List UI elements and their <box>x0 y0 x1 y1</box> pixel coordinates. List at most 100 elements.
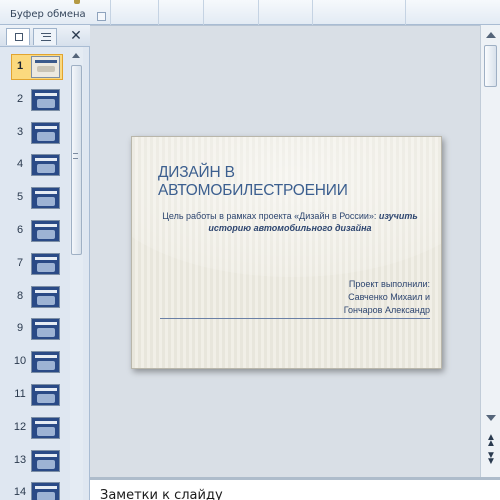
thumbnail-title-bar <box>35 125 57 129</box>
slide-thumbnail-image[interactable] <box>31 351 60 374</box>
thumbnail-title-bar <box>35 453 57 457</box>
scroll-up-arrow-icon[interactable] <box>72 53 80 58</box>
slide-thumbnail-image[interactable] <box>31 154 60 177</box>
thumbnail-picture <box>37 361 55 371</box>
thumbnail-title-bar <box>35 158 57 162</box>
slide-number: 6 <box>16 224 24 236</box>
slide-thumbnail-image[interactable] <box>31 285 60 308</box>
slide-thumbnail[interactable]: 2 <box>0 84 70 116</box>
slide-thumbnail[interactable]: 3 <box>0 117 70 149</box>
thumbnail-title-bar <box>35 388 57 391</box>
slide-number: 14 <box>13 486 27 499</box>
thumbnail-picture <box>37 262 55 272</box>
slide-canvas[interactable]: ДИЗАЙН В АВТОМОБИЛЕСТРОЕНИИ Цель работы … <box>131 136 442 369</box>
ribbon-separator <box>405 0 406 25</box>
slide-goal-text[interactable]: Цель работы в рамках проекта «Дизайн в Р… <box>152 210 428 234</box>
thumbnail-title-bar <box>35 289 57 293</box>
slide-background-wave <box>132 137 441 277</box>
slide-number: 4 <box>16 158 24 171</box>
thumbnail-title-bar <box>35 355 57 359</box>
thumbnail-picture <box>37 164 55 174</box>
slide-number: 11 <box>14 388 26 400</box>
slide-thumbnail[interactable]: 4 <box>0 149 70 181</box>
thumbnail-picture <box>37 328 55 338</box>
slide-thumbnail-list: 1 2 3 4 5 6 7 8 9 10 11 12 13 14 <box>0 47 70 500</box>
thumbnail-picture <box>37 459 55 469</box>
notes-placeholder: Заметки к слайду <box>100 488 223 500</box>
slide-thumbnail-image[interactable] <box>31 252 60 275</box>
outline-icon <box>41 33 51 41</box>
slide-number: 8 <box>16 289 24 302</box>
scroll-down-arrow-icon[interactable] <box>486 415 496 421</box>
scroll-thumb[interactable] <box>484 45 497 87</box>
thumbnail-title-bar <box>35 256 57 260</box>
ribbon-separator <box>312 0 313 25</box>
thumbnail-title-bar <box>35 60 57 63</box>
slide-number: 7 <box>16 256 24 269</box>
slide-thumbnail-image[interactable] <box>31 88 60 111</box>
slide-number: 2 <box>16 92 24 105</box>
clipboard-group-label: Буфер обмена <box>10 9 86 20</box>
slides-pane: ✕ 1 2 3 4 5 6 7 8 9 10 11 12 13 14 <box>0 25 90 500</box>
previous-slide-icon[interactable]: ▲ ▲ <box>485 433 497 449</box>
scroll-thumb[interactable] <box>71 65 82 255</box>
thumbnail-title-bar <box>35 224 57 227</box>
slide-thumbnail-image[interactable] <box>31 449 60 472</box>
thumbnail-picture <box>37 131 55 141</box>
slide-number: 3 <box>16 125 24 138</box>
thumbnail-picture <box>37 492 55 500</box>
thumbnail-picture <box>37 426 55 436</box>
slide-thumbnail[interactable]: 14 <box>0 477 70 500</box>
slide-thumbnail[interactable]: 11 <box>0 379 70 411</box>
slide-thumbnail[interactable]: 8 <box>0 281 70 313</box>
vertical-scrollbar[interactable]: ▲ ▲ ▼ ▼ <box>480 25 500 477</box>
slide-thumbnail[interactable]: 6 <box>0 215 70 247</box>
slide-thumbnail-image[interactable] <box>31 384 60 406</box>
scroll-up-arrow-icon[interactable] <box>486 32 496 38</box>
slide-authors[interactable]: Проект выполнили: Савченко Михаил и Гонч… <box>312 278 430 317</box>
thumbnail-scrollbar[interactable] <box>70 47 83 500</box>
tab-slides[interactable] <box>6 28 30 45</box>
format-painter-icon[interactable] <box>74 0 80 4</box>
author-label: Проект выполнили: <box>348 279 430 289</box>
slide-thumbnail-image[interactable] <box>31 318 60 341</box>
slide-number: 9 <box>16 322 24 335</box>
slide-thumbnail-image[interactable] <box>31 416 60 439</box>
slide-thumbnail[interactable]: 10 <box>0 346 70 378</box>
scroll-grip-icon <box>73 153 78 159</box>
slide-thumbnail-image[interactable] <box>31 56 60 78</box>
dialog-launcher-icon[interactable] <box>97 12 106 21</box>
thumbnail-picture <box>37 295 55 305</box>
slide-number: 1 <box>16 60 24 72</box>
slide-thumbnail[interactable]: 9 <box>0 313 70 345</box>
slide-thumbnail[interactable]: 5 <box>0 182 70 214</box>
author-2: Гончаров Александр <box>343 305 430 315</box>
ribbon: Буфер обмена <box>0 0 500 25</box>
thumbnail-title-bar <box>35 420 57 424</box>
thumbnail-title-bar <box>35 191 57 195</box>
slide-thumbnail[interactable]: 7 <box>0 248 70 280</box>
goal-text: Цель работы в рамках проекта «Дизайн в Р… <box>162 211 379 221</box>
slide-number: 12 <box>13 420 27 433</box>
thumbnail-title-bar <box>35 92 57 96</box>
ribbon-separator <box>158 0 159 25</box>
close-icon[interactable]: ✕ <box>68 27 84 44</box>
ribbon-separator <box>203 0 204 25</box>
slide-thumbnail-image[interactable] <box>31 220 60 242</box>
slide-thumbnail[interactable]: 13 <box>0 445 70 477</box>
notes-pane[interactable]: Заметки к слайду <box>90 477 500 500</box>
ribbon-separator <box>258 0 259 25</box>
next-slide-icon[interactable]: ▼ ▼ <box>485 451 497 467</box>
slide-thumbnail-image[interactable] <box>31 121 60 144</box>
slide-thumbnail-image[interactable] <box>31 482 60 500</box>
tab-outline[interactable] <box>33 28 57 45</box>
slide-title[interactable]: ДИЗАЙН В АВТОМОБИЛЕСТРОЕНИИ <box>158 164 428 200</box>
slide-number: 10 <box>13 355 27 368</box>
thumbnail-picture <box>37 230 55 239</box>
slide-thumbnail[interactable]: 1 <box>0 51 70 83</box>
slide-thumbnail-image[interactable] <box>31 187 60 210</box>
slide-thumbnail[interactable]: 12 <box>0 412 70 444</box>
thumbnail-title-bar <box>35 322 57 326</box>
slide-icon <box>15 33 23 41</box>
author-1: Савченко Михаил и <box>348 292 430 302</box>
